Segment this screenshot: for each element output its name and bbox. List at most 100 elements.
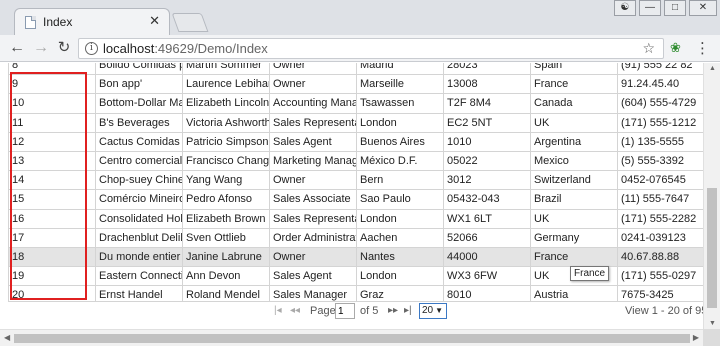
cell-company[interactable]: Bon app': [95, 74, 183, 95]
first-page-icon[interactable]: |◂: [274, 305, 282, 316]
window-close-icon[interactable]: ✕: [689, 0, 717, 16]
horizontal-scrollbar[interactable]: ◀ ▶: [0, 329, 703, 346]
cell-contact[interactable]: Janine Labrune: [182, 246, 270, 268]
star-icon[interactable]: ☆: [642, 40, 655, 57]
cell-company[interactable]: Du monde entier: [95, 246, 183, 268]
cell-company[interactable]: Comércio Mineiro: [95, 189, 183, 210]
cell-country[interactable]: UK: [530, 112, 618, 133]
cell-id[interactable]: 19: [8, 266, 96, 287]
cell-company[interactable]: Drachenblut Delikatessen: [95, 227, 183, 248]
cell-contact[interactable]: Martín Sommer: [182, 63, 270, 76]
cell-postal-code[interactable]: 3012: [443, 170, 531, 191]
cell-company[interactable]: Bólido Comidas preparadas: [95, 63, 183, 76]
extension-icon[interactable]: ❀: [670, 40, 681, 56]
maximize-icon[interactable]: □: [664, 0, 686, 16]
cell-phone[interactable]: (171) 555-0297: [617, 266, 709, 287]
cell-postal-code[interactable]: 05432-043: [443, 189, 531, 210]
cell-phone[interactable]: 91.24.45.40: [617, 74, 709, 95]
cell-city[interactable]: Tsawassen: [356, 93, 444, 114]
cell-postal-code[interactable]: WX1 6LT: [443, 208, 531, 229]
cell-city[interactable]: Marseille: [356, 74, 444, 95]
cell-id[interactable]: 8: [8, 63, 96, 76]
cell-company[interactable]: Bottom-Dollar Markets: [95, 93, 183, 114]
table-row[interactable]: 16Consolidated HoldingsElizabeth BrownSa…: [8, 208, 709, 229]
cell-title[interactable]: Sales Agent: [269, 131, 357, 152]
prev-page-icon[interactable]: ◂◂: [290, 305, 300, 316]
cell-city[interactable]: Madrid: [356, 63, 444, 76]
cell-postal-code[interactable]: 13008: [443, 74, 531, 95]
cell-postal-code[interactable]: 1010: [443, 131, 531, 152]
cell-title[interactable]: Order Administrator: [269, 227, 357, 248]
address-bar[interactable]: i localhost:49629/Demo/Index ☆: [78, 38, 664, 59]
page-number-input[interactable]: [335, 303, 355, 319]
table-row[interactable]: 9 Bon app' Laurence Lebihan Owner Marseille 1…: [8, 74, 709, 95]
cell-city[interactable]: Nantes: [356, 246, 444, 268]
cell-id[interactable]: 16: [8, 208, 96, 229]
cell-country[interactable]: France: [530, 74, 618, 95]
table-row[interactable]: 11 B's Beverages Victoria Ashworth Sales Re…: [8, 112, 709, 133]
cell-country[interactable]: UK: [530, 208, 618, 229]
cell-city[interactable]: London: [356, 266, 444, 287]
scroll-right-icon[interactable]: ▶: [693, 333, 699, 342]
cell-company[interactable]: Chop-suey Chinese: [95, 170, 183, 191]
cell-phone[interactable]: (91) 555 22 82: [617, 63, 709, 76]
cell-contact[interactable]: Laurence Lebihan: [182, 74, 270, 95]
cell-city[interactable]: Sao Paulo: [356, 189, 444, 210]
scroll-down-icon[interactable]: ▼: [709, 320, 716, 327]
cell-phone[interactable]: (1) 135-5555: [617, 131, 709, 152]
cell-contact[interactable]: Elizabeth Brown: [182, 208, 270, 229]
cell-phone[interactable]: (5) 555-3392: [617, 150, 709, 172]
cell-postal-code[interactable]: T2F 8M4: [443, 93, 531, 114]
cell-title[interactable]: Marketing Manager: [269, 150, 357, 172]
vertical-scroll-thumb[interactable]: [707, 188, 717, 308]
cell-title[interactable]: Accounting Manager: [269, 93, 357, 114]
cell-country[interactable]: Spain: [530, 63, 618, 76]
cell-postal-code[interactable]: 05022: [443, 150, 531, 172]
cell-id[interactable]: 13: [8, 150, 96, 172]
cell-id[interactable]: 11: [8, 112, 96, 133]
cell-contact[interactable]: Yang Wang: [182, 170, 270, 191]
cell-phone[interactable]: (171) 555-1212: [617, 112, 709, 133]
cell-title[interactable]: Owner: [269, 63, 357, 76]
cell-title[interactable]: Owner: [269, 170, 357, 191]
vertical-scrollbar[interactable]: ▲ ▼: [703, 63, 720, 329]
cell-contact[interactable]: Victoria Ashworth: [182, 112, 270, 133]
menu-icon[interactable]: ⋮: [695, 39, 710, 57]
cell-title[interactable]: Sales Agent: [269, 266, 357, 287]
cell-postal-code[interactable]: WX3 6FW: [443, 266, 531, 287]
cell-contact[interactable]: Sven Ottlieb: [182, 227, 270, 248]
table-row[interactable]: 15 Comércio Mineiro Pedro Afonso Sales Asso…: [8, 189, 709, 210]
cell-contact[interactable]: Elizabeth Lincoln: [182, 93, 270, 114]
user-icon[interactable]: ☯: [614, 0, 636, 16]
cell-postal-code[interactable]: 44000: [443, 246, 531, 268]
cell-country[interactable]: Argentina: [530, 131, 618, 152]
cell-company[interactable]: Consolidated Holdings: [95, 208, 183, 229]
scroll-up-icon[interactable]: ▲: [709, 65, 716, 72]
cell-country[interactable]: Switzerland: [530, 170, 618, 191]
cell-company[interactable]: Cactus Comidas para llevar: [95, 131, 183, 152]
cell-title[interactable]: Sales Representative: [269, 112, 357, 133]
cell-id[interactable]: 10: [8, 93, 96, 114]
cell-postal-code[interactable]: 52066: [443, 227, 531, 248]
cell-city[interactable]: London: [356, 112, 444, 133]
cell-phone[interactable]: (604) 555-4729: [617, 93, 709, 114]
scroll-left-icon[interactable]: ◀: [4, 333, 10, 342]
table-row[interactable]: 12Cactus Comidas para llevarPatricio Sim…: [8, 131, 709, 152]
cell-company[interactable]: Eastern Connection: [95, 266, 183, 287]
cell-company[interactable]: Centro comercial Moctezuma: [95, 150, 183, 172]
cell-contact[interactable]: Ann Devon: [182, 266, 270, 287]
minimize-icon[interactable]: —: [639, 0, 661, 16]
page-size-select[interactable]: 20 ▼: [419, 303, 447, 319]
cell-country[interactable]: France: [530, 246, 618, 268]
cell-title[interactable]: Owner: [269, 74, 357, 95]
cell-phone[interactable]: (171) 555-2282: [617, 208, 709, 229]
cell-title[interactable]: Sales Associate: [269, 189, 357, 210]
browser-tab[interactable]: Index ✕: [14, 8, 170, 35]
cell-contact[interactable]: Patricio Simpson: [182, 131, 270, 152]
cell-phone[interactable]: 40.67.88.88: [617, 246, 709, 268]
table-row[interactable]: 13Centro comercial MoctezumaFrancisco Ch…: [8, 150, 709, 172]
table-row[interactable]: 10Bottom-Dollar MarketsElizabeth Lincoln…: [8, 93, 709, 114]
table-row[interactable]: 18 Du monde entier Janine Labrune Owner Nant…: [8, 246, 709, 268]
table-row[interactable]: 8Bólido Comidas preparadasMartín SommerO…: [8, 63, 709, 76]
cell-id[interactable]: 12: [8, 131, 96, 152]
